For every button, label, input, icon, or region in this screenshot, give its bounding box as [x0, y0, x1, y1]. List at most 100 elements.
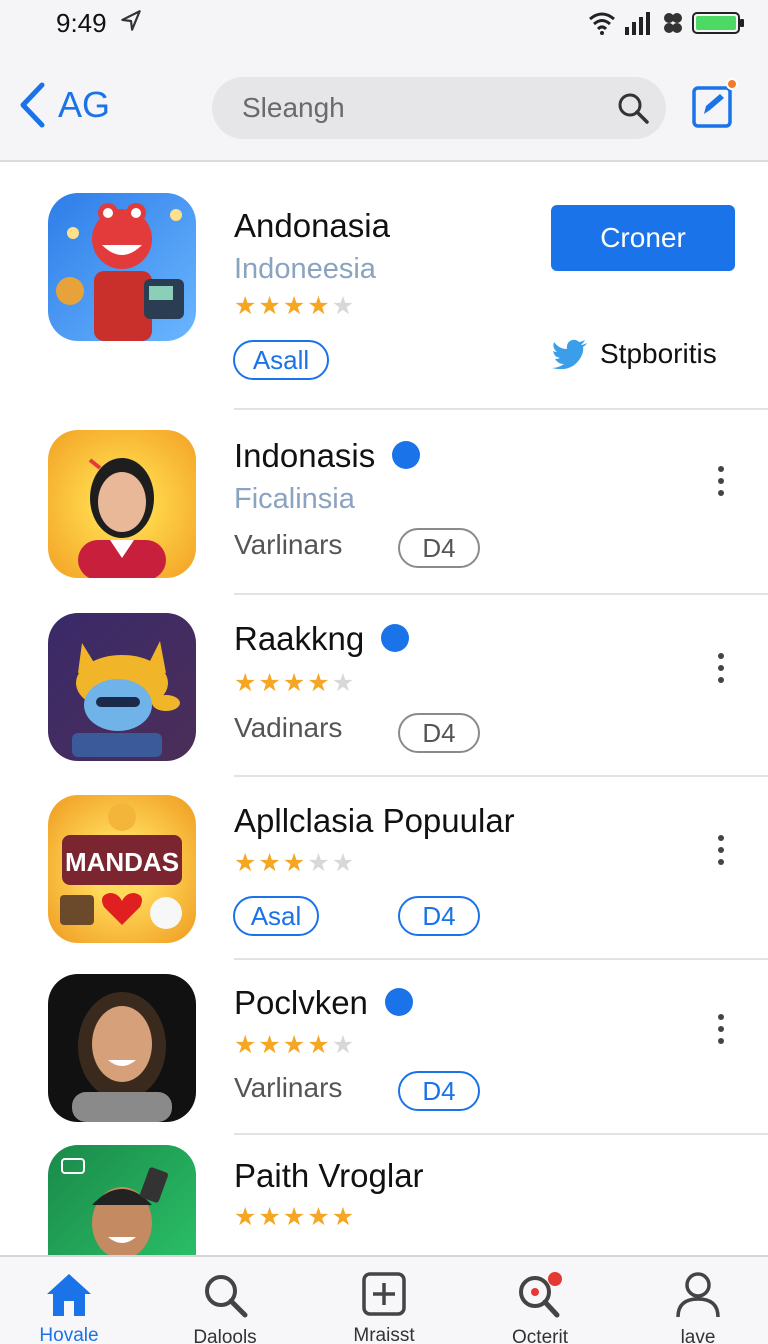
primary-action-button[interactable]: Croner [551, 205, 735, 271]
person-icon [676, 1272, 720, 1318]
game-logo-image: MANDAS [60, 803, 182, 929]
star-rating: ★ ★ ★ ★ ★ [234, 671, 354, 696]
app-name-text: Raakkng [234, 620, 365, 657]
star-icon: ★ [258, 1203, 281, 1231]
wifi-icon [589, 12, 615, 35]
cat-mascot-image [72, 641, 180, 757]
app-icon: MANDAS [48, 795, 196, 943]
twitter-bird-icon [552, 339, 587, 369]
star-icon: ★ [307, 669, 330, 697]
star-rating: ★ ★ ★ ★ ★ [234, 1205, 354, 1230]
app-icon [48, 430, 196, 578]
star-icon: ★ [258, 669, 281, 697]
verified-badge-icon [381, 624, 410, 653]
app-name: Raakkng [234, 620, 410, 658]
star-icon: ★ [307, 1203, 330, 1231]
more-options-icon[interactable] [704, 1009, 738, 1049]
app-icon [48, 193, 196, 341]
compose-button[interactable] [690, 78, 740, 132]
tab-explore[interactable]: Octerit [485, 1271, 595, 1344]
list-item[interactable]: Andonasia Indoneesia ★ ★ ★ ★ ★ Asall Croner … [0, 163, 768, 410]
app-subtitle: Indoneesia [234, 253, 376, 285]
top-nav-bar: AG [0, 50, 768, 162]
star-icon: ★ [258, 292, 281, 320]
app-name: Andonasia [234, 207, 390, 244]
search-input[interactable] [242, 77, 602, 139]
app-icon [48, 974, 196, 1122]
status-time: 9:49 [56, 8, 107, 38]
back-button[interactable]: AG [18, 80, 110, 130]
star-icon: ★ [331, 849, 355, 877]
star-icon: ★ [234, 292, 257, 320]
list-item[interactable]: Paith Vroglar ★ ★ ★ ★ ★ [0, 1135, 768, 1255]
more-options-icon[interactable] [704, 830, 738, 870]
smiling-woman-photo [72, 992, 172, 1122]
search-icon [205, 1275, 248, 1318]
tab-profile[interactable]: lave [643, 1271, 753, 1344]
star-rating: ★ ★ ★ ★ ★ [234, 1033, 354, 1058]
status-icons [588, 10, 746, 36]
social-link[interactable]: Stpboritis [552, 338, 717, 370]
app-name: Poclvken [234, 984, 414, 1022]
signal-icon [625, 12, 650, 35]
more-options-icon[interactable] [704, 648, 738, 688]
cellular-icon [664, 13, 682, 33]
tag-pill[interactable]: Asall [233, 340, 329, 380]
tab-search[interactable]: Dalools [170, 1271, 280, 1344]
star-icon: ★ [282, 292, 306, 320]
app-name-text: Poclvken [234, 984, 368, 1021]
tag-pill[interactable]: Asal [233, 896, 319, 936]
status-bar: 9:49 [0, 0, 768, 50]
tab-add[interactable]: Mraisst [329, 1271, 439, 1344]
app-subtitle: Ficalinsia [234, 483, 355, 515]
tab-home[interactable]: Hovale [14, 1271, 124, 1344]
location-arrow-icon [121, 10, 141, 31]
meta-label: Vadinars [234, 712, 343, 743]
app-name-text: Indonasis [234, 437, 376, 474]
star-icon: ★ [307, 1031, 330, 1059]
search-bar[interactable] [212, 77, 666, 139]
star-rating: ★ ★ ★ ★ ★ [234, 294, 354, 319]
star-icon: ★ [331, 292, 355, 320]
man-photo-image [61, 1158, 169, 1255]
version-pill[interactable]: D4 [398, 528, 480, 568]
notification-dot [726, 78, 738, 90]
verified-badge-icon [385, 988, 414, 1017]
verified-badge-icon [392, 441, 421, 470]
star-icon: ★ [307, 292, 330, 320]
mascot-frog-image [56, 203, 184, 341]
app-name: Apllclasia Popuular [234, 802, 515, 839]
search-icon[interactable] [616, 91, 650, 125]
star-icon: ★ [234, 1031, 257, 1059]
version-pill[interactable]: D4 [398, 896, 480, 936]
star-icon: ★ [258, 849, 281, 877]
version-pill[interactable]: D4 [398, 1071, 480, 1111]
app-icon [48, 1145, 196, 1255]
app-name: Paith Vroglar [234, 1157, 424, 1194]
star-icon: ★ [331, 1203, 355, 1231]
star-rating: ★ ★ ★ ★ ★ [234, 851, 354, 876]
list-item[interactable]: Raakkng ★ ★ ★ ★ ★ Vadinars D4 [0, 595, 768, 777]
app-name: Indonasis [234, 437, 421, 475]
more-options-icon[interactable] [704, 461, 738, 501]
star-icon: ★ [234, 1203, 257, 1231]
add-box-icon [362, 1272, 406, 1316]
star-icon: ★ [307, 849, 330, 877]
star-icon: ★ [331, 669, 355, 697]
star-icon: ★ [234, 849, 257, 877]
icon-logo-text: MANDAS [65, 847, 179, 877]
tab-label: Octerit [512, 1327, 568, 1344]
list-item[interactable]: Poclvken ★ ★ ★ ★ ★ Varlinars D4 [0, 960, 768, 1135]
star-icon: ★ [282, 1031, 306, 1059]
list-item[interactable]: MANDAS Apllclasia Popuular ★ ★ ★ ★ ★ Asal D4 [0, 777, 768, 960]
star-icon: ★ [331, 1031, 355, 1059]
meta-label: Varlinars [234, 529, 343, 560]
chevron-left-icon [20, 82, 45, 128]
search-badge-icon [519, 1272, 562, 1318]
back-label: AG [58, 84, 111, 125]
social-label: Stpboritis [600, 338, 717, 369]
star-icon: ★ [282, 669, 306, 697]
list-item[interactable]: Indonasis Ficalinsia Varlinars D4 [0, 410, 768, 595]
version-pill[interactable]: D4 [398, 713, 480, 753]
tab-label: lave [680, 1327, 716, 1344]
